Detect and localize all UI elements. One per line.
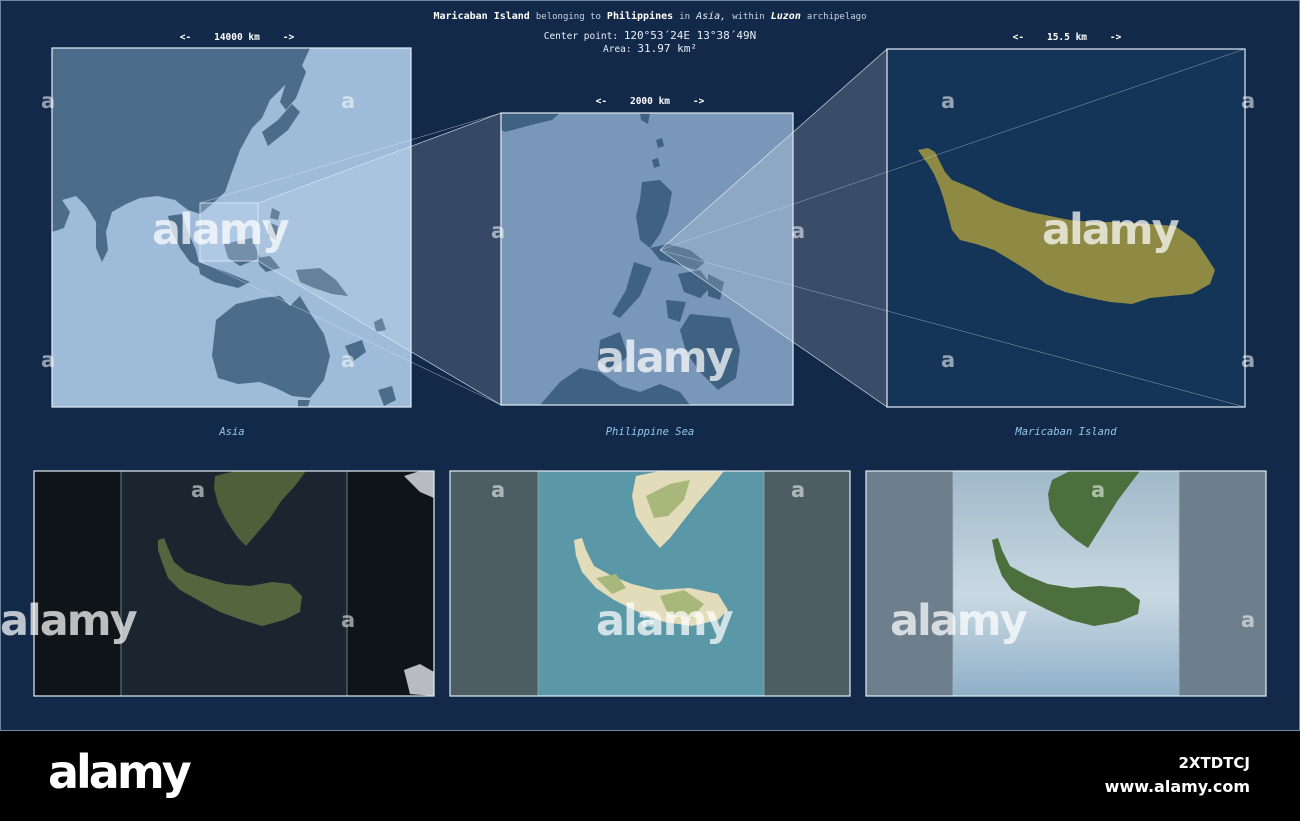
watermark: alamy <box>596 333 734 383</box>
watermark-mark: a <box>791 478 806 502</box>
watermark-mark: a <box>341 348 356 372</box>
watermark-mark: a <box>491 219 506 243</box>
watermark: alamy <box>1042 205 1180 255</box>
watermark: alamy <box>152 205 290 255</box>
philippine-sea-scale: <- 2000 km -> <box>595 96 705 107</box>
satellite-dark-map <box>34 471 434 696</box>
maricaban-scale: <- 15.5 km -> <box>1012 32 1122 43</box>
watermark-mark: a <box>941 348 956 372</box>
watermark-mark: a <box>1241 608 1256 632</box>
watermark-mark: a <box>341 608 356 632</box>
map-stage: Maricaban Island belonging to Philippine… <box>0 0 1300 821</box>
watermark-mark: a <box>791 219 806 243</box>
watermark-mark: a <box>191 478 206 502</box>
maricaban-caption: Maricaban Island <box>1015 426 1117 438</box>
watermark-mark: a <box>341 89 356 113</box>
watermark-mark: a <box>941 89 956 113</box>
watermark-mark: a <box>41 89 56 113</box>
watermark-mark: a <box>641 608 656 632</box>
satellite-light-map <box>866 471 1266 696</box>
topographic-map <box>450 471 850 696</box>
asia-caption: Asia <box>219 426 245 438</box>
footer-bar <box>0 731 1300 821</box>
alamy-logo: alamy <box>48 745 192 799</box>
asia-scale: <- 14000 km -> <box>179 32 295 43</box>
watermark-mark: a <box>1241 348 1256 372</box>
watermark: alamy <box>596 596 734 646</box>
watermark-mark: a <box>1241 89 1256 113</box>
watermark-mark: a <box>41 348 56 372</box>
philippine-sea-caption: Philippine Sea <box>605 426 695 438</box>
watermark: alamy <box>890 596 1028 646</box>
watermark-mark: a <box>1091 478 1106 502</box>
stock-id: 2XTDTCJ <box>1178 754 1250 772</box>
watermark: alamy <box>0 596 138 646</box>
site-url[interactable]: www.alamy.com <box>1105 777 1250 796</box>
watermark-mark: a <box>491 478 506 502</box>
